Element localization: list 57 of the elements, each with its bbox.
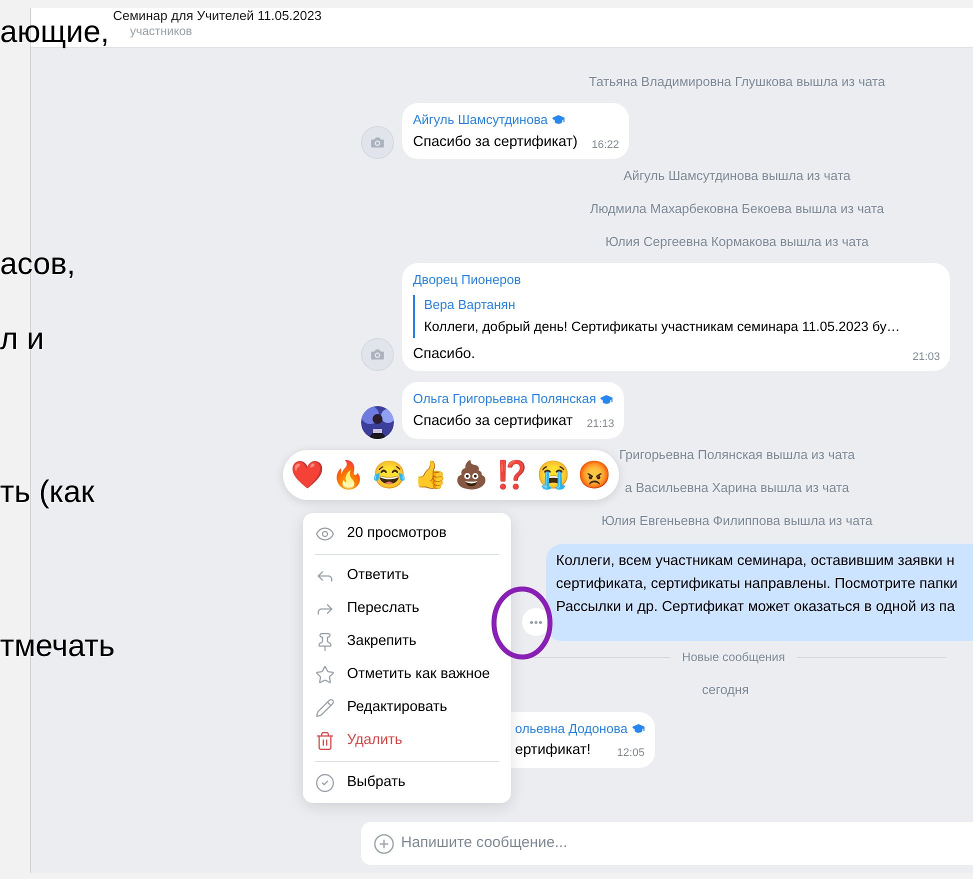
- quoted-text: Коллеги, добрый день! Сертификаты участникам семинара 11.05.2023 бу…: [424, 318, 901, 336]
- system-message: Юлия Евгеньевна Филиппова вышла из чата: [601, 512, 873, 530]
- quoted-author: Вера Вартанян: [424, 296, 516, 314]
- menu-item[interactable]: Выбрать: [303, 766, 511, 799]
- slide-text: асов,: [0, 246, 76, 282]
- message-text-line: сертификата, сертификаты направлены. Посмотрите папки: [556, 574, 959, 594]
- author-name: ольевна Додонова: [515, 720, 628, 738]
- slide-text: тмечать: [0, 628, 115, 664]
- views-count: 20 просмотров: [347, 524, 447, 543]
- system-message: Людмила Махарбековна Бекоева вышла из чата: [590, 200, 884, 218]
- check-circle-icon: [315, 772, 335, 792]
- message-field[interactable]: Напишите сообщение...: [361, 822, 973, 865]
- message-time: 12:05: [616, 746, 645, 762]
- system-message: Айгуль Шамсутдинова вышла из чата: [623, 167, 851, 185]
- message-text: Спасибо за сертификат): [413, 132, 578, 152]
- menu-item[interactable]: Переслать: [303, 592, 511, 625]
- message-time: 21:03: [911, 350, 940, 365]
- add-icon[interactable]: [373, 832, 395, 854]
- star-icon: [315, 664, 335, 684]
- trash-icon: [315, 730, 335, 750]
- message-input[interactable]: Напишите сообщение...: [401, 832, 973, 855]
- menu-item[interactable]: Отметить как важное: [303, 658, 511, 691]
- reaction-emoji[interactable]: 🔥: [330, 455, 367, 495]
- graduation-cap-icon: [632, 722, 645, 735]
- message-text-line: Рассылки и др. Сертификат может оказаться в одной из па: [556, 598, 956, 616]
- reaction-emoji[interactable]: ❤: [289, 455, 326, 495]
- pencil-icon: [315, 698, 335, 718]
- slide-text: л и: [0, 321, 44, 357]
- menu-item[interactable]: Закрепить: [303, 625, 511, 658]
- reaction-emoji[interactable]: 💩: [453, 455, 490, 495]
- participants-count: участников: [130, 24, 194, 39]
- system-message: а Васильевна Харина вышла из чата: [624, 479, 850, 498]
- message-time: 21:13: [586, 417, 614, 432]
- date-label: сегодня: [702, 681, 749, 700]
- slide-text: ть (как: [0, 474, 94, 510]
- message-text: Спасибо за сертификат: [413, 412, 573, 431]
- menu-item[interactable]: Удалить: [303, 724, 511, 757]
- author-name: Ольга Григорьевна Полянская: [413, 390, 596, 408]
- author-name: Дворец Пионеров: [413, 271, 521, 290]
- menu-item[interactable]: Редактировать: [303, 691, 511, 724]
- new-messages-divider: Новые сообщения: [682, 649, 785, 666]
- system-message: Григорьевна Полянская вышла из чата: [619, 446, 855, 464]
- reaction-emoji[interactable]: 😡: [576, 455, 613, 495]
- message-text: ертификат!: [515, 741, 591, 760]
- graduation-cap-icon: [552, 113, 565, 126]
- slide-text: ающие,: [0, 14, 110, 50]
- menu-item[interactable]: Ответить: [303, 559, 511, 592]
- message-text-line: Коллеги, всем участникам семинара, оставившим заявки н: [556, 552, 956, 570]
- system-message: Татьяна Владимировна Глушкова вышла из чата: [588, 72, 886, 91]
- author-name: Айгуль Шамсутдинова: [413, 111, 548, 129]
- reaction-emoji[interactable]: ⁉: [494, 455, 531, 495]
- more-icon: [530, 620, 542, 624]
- message-text: Спасибо.: [413, 344, 476, 364]
- system-message: Юлия Сергеевна Кормакова вышла из чата: [605, 233, 869, 251]
- message-time: 16:22: [590, 138, 620, 153]
- graduation-cap-icon: [600, 392, 614, 406]
- chat-title: Семинар для Учителей 11.05.2023: [113, 8, 322, 24]
